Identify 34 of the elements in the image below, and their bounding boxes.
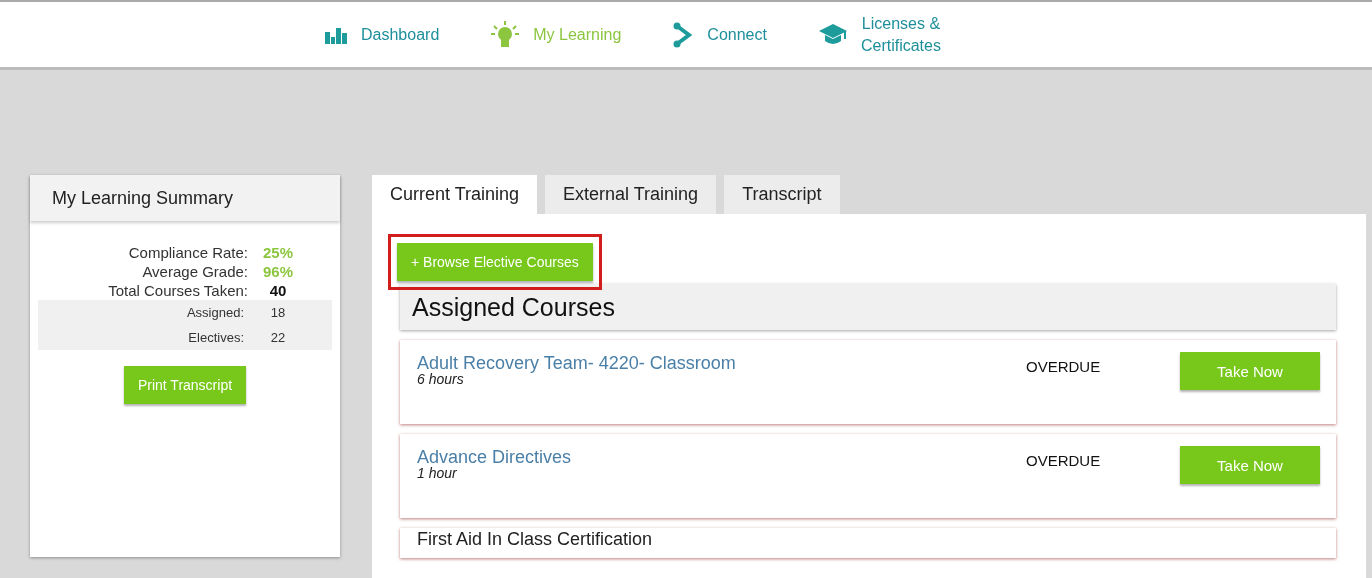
stat-label: Average Grade: [141,262,248,281]
browse-courses-button[interactable]: + Browse Elective Courses [397,243,593,281]
nav-item[interactable]: Dashboard [325,23,440,46]
tab[interactable]: Transcript [724,175,840,214]
course-status: OVERDUE [1026,358,1102,375]
stat-label: Electives: [187,329,245,347]
share-icon [673,21,694,48]
light-bulb-icon [491,20,520,49]
bar-chart-icon [325,25,347,44]
course-duration: 6 hours [417,372,464,386]
graduation-cap-icon [818,23,847,46]
stat-label: Compliance Rate: [127,243,248,262]
take-now-button[interactable]: Take Now [1180,352,1320,390]
nav-item[interactable]: Connect [673,21,767,48]
print-transcript-button[interactable]: Print Transcript [123,366,247,404]
stat-value: 22 [269,329,287,347]
stat-value: 25% [262,243,294,262]
stat-value: 18 [269,304,287,322]
course-status: OVERDUE [1026,452,1102,469]
course-link[interactable]: Advance Directives [417,448,1026,466]
stat-label: Assigned: [185,304,245,322]
course-duration: 1 hour [417,466,458,480]
course-title: First Aid In Class Certification [417,530,654,548]
tab[interactable]: External Training [545,175,717,214]
section-header: Assigned Courses [400,284,1336,330]
stat-value: 40 [268,281,288,300]
nav-item[interactable]: Licenses & Certificates [818,12,941,57]
stat-value: 96% [262,262,294,281]
tab[interactable]: Current Training [372,175,538,214]
course-link[interactable]: Adult Recovery Team- 4220- Classroom [417,354,1026,372]
stat-label: Total Courses Taken: [107,281,248,300]
summary-title: My Learning Summary [30,175,340,221]
nav-item[interactable]: My Learning [491,20,622,49]
take-now-button[interactable]: Take Now [1180,446,1320,484]
